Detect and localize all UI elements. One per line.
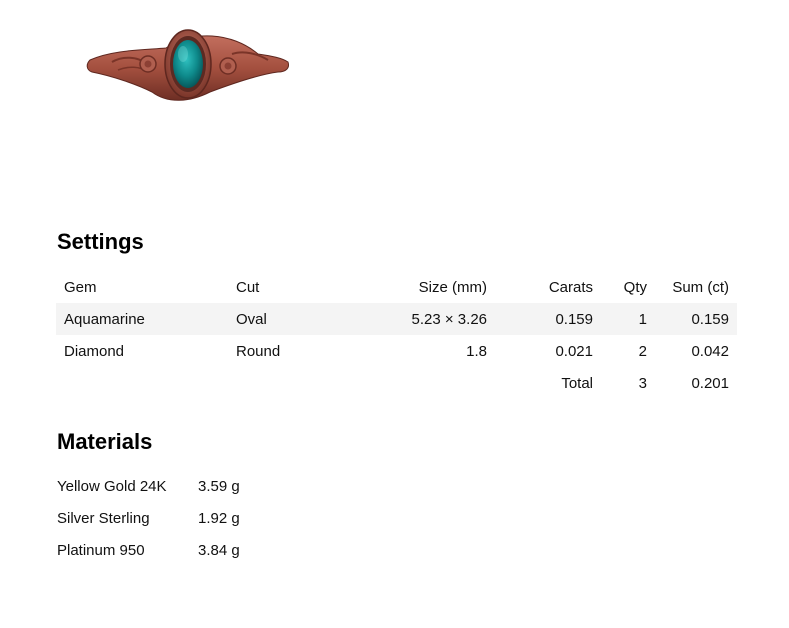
- settings-table: Gem Cut Size (mm) Carats Qty Sum (ct) Aq…: [56, 271, 737, 399]
- total-label: Total: [561, 374, 593, 392]
- list-item: Silver Sterling 1.92 g: [57, 502, 240, 534]
- materials-heading: Materials: [57, 429, 153, 454]
- sum-cell: 0.159: [655, 303, 737, 335]
- cut-cell: Oval: [228, 303, 335, 335]
- total-sum: 0.201: [691, 374, 729, 392]
- carats-cell: 0.021: [555, 342, 593, 360]
- gemstone: [173, 40, 203, 88]
- material-name: Platinum 950: [57, 541, 145, 559]
- table-header-row: Gem Cut Size (mm) Carats Qty Sum (ct): [56, 271, 737, 303]
- total-qty: 3: [638, 374, 647, 392]
- material-name: Yellow Gold 24K: [57, 477, 167, 495]
- size-cell: 5.23 × 3.26: [335, 303, 495, 335]
- materials-list: Yellow Gold 24K 3.59 g Silver Sterling 1…: [57, 470, 240, 566]
- gem-cell: Aquamarine: [56, 303, 228, 335]
- column-header-sum: Sum (ct): [672, 278, 729, 296]
- cut-cell: Round: [236, 342, 281, 360]
- material-weight: 1.92 g: [198, 509, 240, 527]
- material-weight: 3.84 g: [198, 541, 240, 559]
- list-item: Platinum 950 3.84 g: [57, 534, 240, 566]
- sum-cell: 0.042: [691, 342, 729, 360]
- column-header-size: Size (mm): [418, 278, 487, 296]
- column-header-qty: Qty: [623, 278, 647, 296]
- list-item: Yellow Gold 24K 3.59 g: [57, 470, 240, 502]
- qty-cell: 2: [638, 342, 647, 360]
- ring-preview-image: [86, 29, 289, 101]
- table-row: Diamond Round 1.8 0.021 2 0.042: [56, 335, 737, 367]
- material-weight: 3.59 g: [198, 477, 240, 495]
- total-row: Total 3 0.201: [56, 367, 737, 399]
- size-cell: 1.8: [466, 342, 487, 360]
- settings-heading: Settings: [57, 229, 144, 254]
- gem-cell: Diamond: [64, 342, 125, 360]
- column-header-cut: Cut: [236, 278, 260, 296]
- material-name: Silver Sterling: [57, 509, 150, 527]
- carats-cell: 0.159: [495, 303, 601, 335]
- qty-cell: 1: [601, 303, 655, 335]
- table-row: Aquamarine Oval 5.23 × 3.26 0.159 1 0.15…: [56, 303, 737, 335]
- column-header-gem: Gem: [64, 278, 97, 296]
- column-header-carats: Carats: [548, 278, 593, 296]
